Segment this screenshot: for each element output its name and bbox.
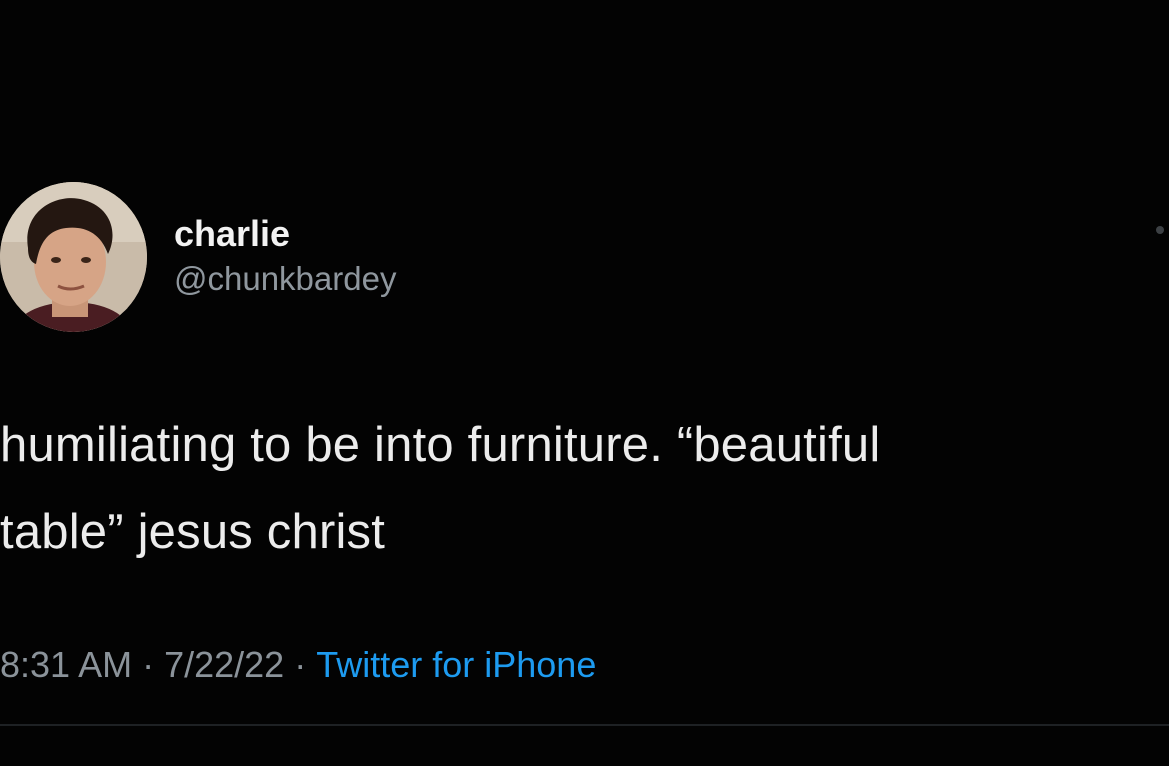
meta-separator: ·: [142, 644, 155, 685]
meta-separator: ·: [294, 644, 307, 685]
avatar[interactable]: [0, 182, 147, 332]
tweet-text: humiliating to be into furniture. “beaut…: [0, 402, 1160, 576]
display-name[interactable]: charlie: [174, 212, 396, 256]
tweet-text-line: table” jesus christ: [0, 505, 386, 559]
tweet-date[interactable]: 7/22/22: [164, 644, 284, 685]
tweet-text-line: humiliating to be into furniture. “beaut…: [0, 418, 881, 472]
tweet-card: charlie @chunkbardey humiliating to be i…: [0, 0, 1169, 766]
divider: [0, 724, 1169, 726]
more-options-icon[interactable]: [1156, 226, 1164, 234]
user-handle[interactable]: @chunkbardey: [174, 258, 396, 300]
user-info[interactable]: charlie @chunkbardey: [174, 212, 396, 300]
tweet-meta: 8:31 AM · 7/22/22 · Twitter for iPhone: [0, 640, 596, 690]
tweet-source-link[interactable]: Twitter for iPhone: [316, 644, 596, 685]
tweet-time[interactable]: 8:31 AM: [0, 644, 132, 685]
avatar-photo: [0, 182, 147, 332]
